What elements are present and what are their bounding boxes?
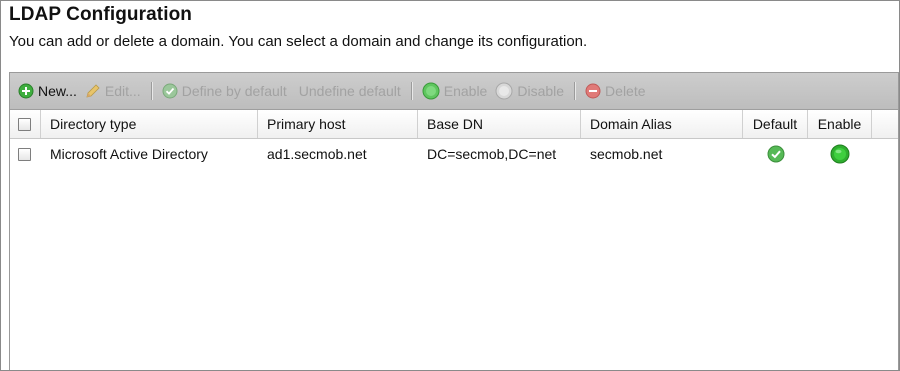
domain-alias-cell: secmob.net: [590, 146, 663, 162]
toolbar: New... Edit... Define by default Undefin…: [10, 73, 898, 110]
page-description: You can add or delete a domain. You can …: [9, 33, 588, 50]
directory-type-cell: Microsoft Active Directory: [50, 146, 208, 162]
column-header-directory-type[interactable]: Directory type: [41, 110, 258, 138]
minus-circle-icon: [585, 83, 601, 99]
table-header: Directory type Primary host Base DN Doma…: [10, 110, 898, 139]
column-header-default[interactable]: Default: [743, 110, 808, 138]
toolbar-separator: [574, 82, 576, 100]
row-select-cell: [10, 139, 41, 169]
green-dot-icon: [422, 82, 440, 100]
primary-host-cell: ad1.secmob.net: [267, 146, 367, 162]
disable-button[interactable]: Disable: [491, 73, 568, 109]
column-header-primary-host[interactable]: Primary host: [258, 110, 418, 138]
pencil-icon: [85, 83, 101, 99]
delete-button-label: Delete: [605, 83, 646, 99]
base-dn-cell: DC=secmob,DC=net: [427, 146, 557, 162]
new-button[interactable]: New...: [14, 73, 81, 109]
edit-button[interactable]: Edit...: [81, 73, 145, 109]
enable-cell: [808, 139, 872, 169]
enable-button-label: Enable: [443, 83, 488, 99]
disable-button-label: Disable: [517, 83, 565, 99]
edit-button-label: Edit...: [104, 83, 141, 99]
check-circle-icon: [767, 145, 785, 163]
new-button-label: New...: [38, 83, 77, 99]
default-cell: [743, 139, 808, 169]
toolbar-separator: [150, 82, 152, 100]
column-header-enable[interactable]: Enable: [808, 110, 872, 138]
grey-dot-icon: [495, 82, 513, 100]
column-header-domain-alias[interactable]: Domain Alias: [581, 110, 743, 138]
define-default-label: Define by default: [181, 83, 287, 99]
undefine-default-label: Undefine default: [298, 83, 401, 99]
delete-button[interactable]: Delete: [581, 73, 649, 109]
select-all-column: [10, 110, 41, 138]
green-dot-icon: [830, 144, 850, 164]
page-title: LDAP Configuration: [9, 4, 192, 25]
domain-panel: New... Edit... Define by default Undefin…: [9, 72, 899, 370]
plus-circle-icon: [18, 83, 34, 99]
undefine-default-button[interactable]: Undefine default: [295, 73, 405, 109]
enable-button[interactable]: Enable: [418, 73, 492, 109]
define-default-button[interactable]: Define by default: [158, 73, 291, 109]
select-all-checkbox[interactable]: [18, 117, 31, 131]
row-checkbox[interactable]: [18, 147, 31, 161]
toolbar-separator: [410, 82, 412, 100]
table-row[interactable]: Microsoft Active Directory ad1.secmob.ne…: [10, 139, 898, 169]
check-circle-icon: [162, 83, 178, 99]
column-header-base-dn[interactable]: Base DN: [418, 110, 581, 138]
